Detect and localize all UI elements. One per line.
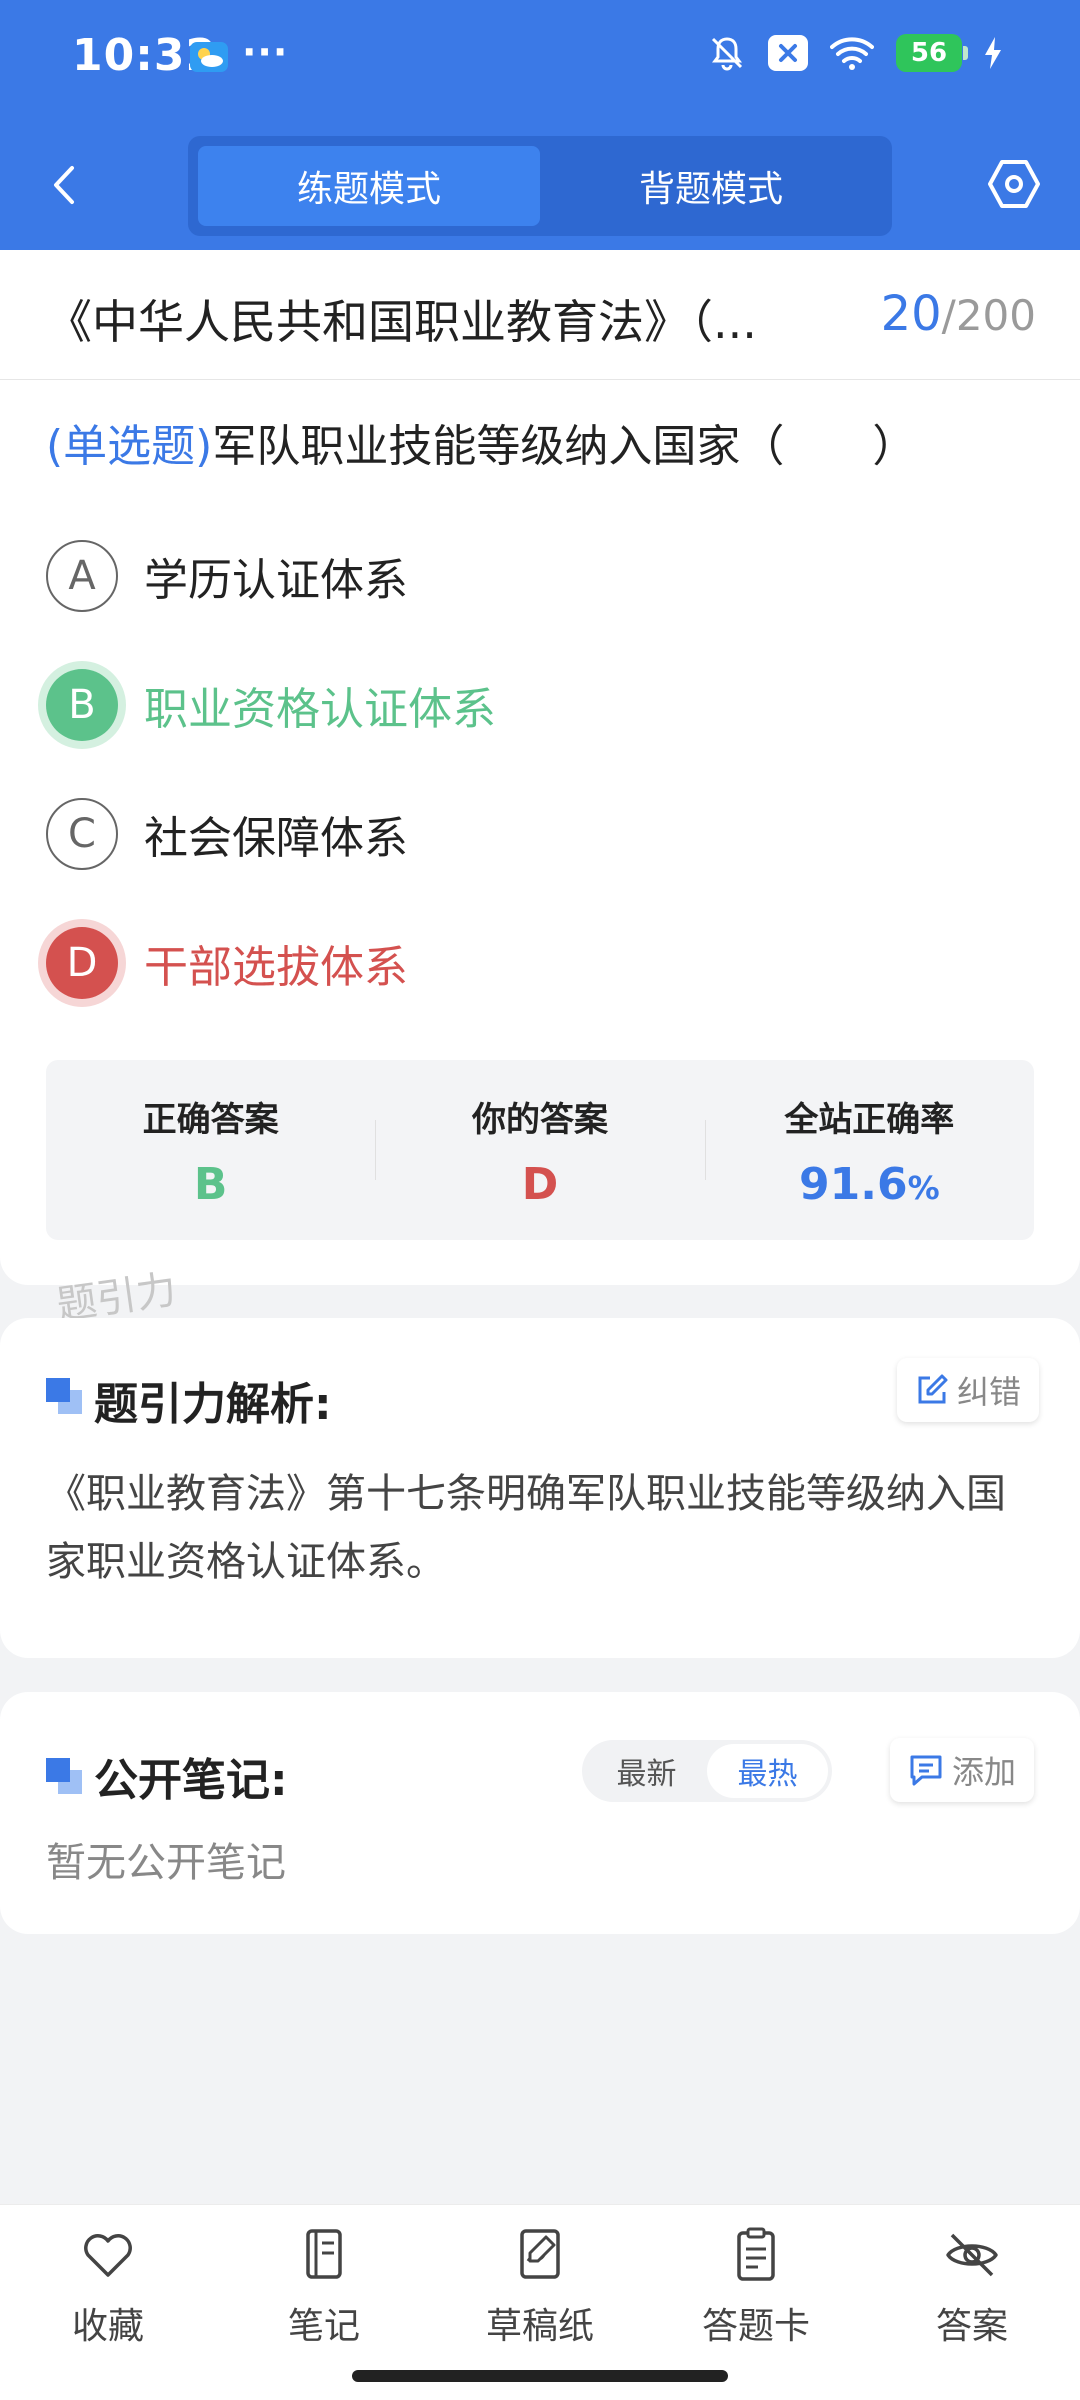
show-answer-button[interactable]: 答案: [864, 2205, 1080, 2400]
favorite-label: 收藏: [71, 2306, 144, 2347]
add-note-label: 添加: [952, 1753, 1017, 1791]
header: 10:32 ··· 56 练题模式 背题模式: [0, 0, 1080, 250]
option-text: 社会保障体系: [144, 813, 408, 864]
draft-icon: [520, 2229, 560, 2279]
mode-switch: 练题模式 背题模式: [188, 136, 892, 236]
answer-sheet-icon: [737, 2227, 775, 2281]
correct-answer-label: 正确答案: [142, 1100, 279, 1140]
empty-notes-text: 暂无公开笔记: [46, 1840, 286, 1886]
site-accuracy-value: 91.6%: [799, 1159, 940, 1210]
notes-sort-toggle: 最新 最热: [582, 1740, 832, 1802]
accuracy-unit: %: [907, 1169, 940, 1207]
your-answer-value: D: [521, 1159, 559, 1210]
favorite-button[interactable]: 收藏: [0, 2205, 216, 2400]
eye-off-icon: [946, 2233, 998, 2277]
tab-memorize-mode[interactable]: 背题模式: [540, 146, 882, 226]
accuracy-number: 91.6: [799, 1159, 908, 1210]
public-notes-card: 公开笔记: 最新 最热 添加 暂无公开笔记: [0, 1692, 1080, 1934]
mute-bell-icon: [711, 37, 743, 71]
option-text: 职业资格认证体系: [144, 684, 496, 735]
back-icon[interactable]: [40, 160, 90, 210]
nav-bar: 练题模式 背题模式: [0, 130, 1080, 240]
correct-answer-value: B: [193, 1159, 228, 1210]
option-a[interactable]: A 学历认证体系: [46, 536, 408, 616]
report-error-button[interactable]: 纠错: [897, 1358, 1040, 1422]
more-notifications-icon: ···: [242, 30, 289, 74]
sort-hottest[interactable]: 最热: [707, 1744, 828, 1798]
progress-separator: /: [941, 291, 956, 340]
show-answer-label: 答案: [935, 2306, 1008, 2347]
draft-paper-label: 草稿纸: [485, 2306, 594, 2347]
sort-newest[interactable]: 最新: [586, 1744, 707, 1798]
notebook-icon: [306, 2229, 342, 2279]
report-error-label: 纠错: [957, 1373, 1022, 1411]
option-text: 干部选拔体系: [144, 942, 408, 993]
question-text: 军队职业技能等级纳入国家（ ）: [212, 421, 917, 472]
your-answer-stat: 你的答案 D: [375, 1060, 704, 1240]
correct-answer-stat: 正确答案 B: [46, 1060, 375, 1240]
option-letter: B: [46, 669, 118, 741]
weather-icon: [190, 42, 228, 72]
answer-sheet-label: 答题卡: [701, 2306, 810, 2347]
your-answer-label: 你的答案: [471, 1100, 608, 1140]
option-text: 学历认证体系: [144, 555, 408, 606]
tab-practice-mode[interactable]: 练题模式: [198, 146, 540, 226]
status-bar: 10:32 ··· 56: [0, 0, 1080, 120]
battery-indicator: 56: [896, 34, 968, 72]
battery-level: 56: [910, 38, 948, 68]
option-d[interactable]: D 干部选拔体系: [46, 923, 408, 1003]
comment-icon: [910, 1755, 942, 1786]
analysis-card: 题引力解析: 纠错 《职业教育法》第十七条明确军队职业技能等级纳入国家职业资格认…: [0, 1318, 1080, 1658]
option-b[interactable]: B 职业资格认证体系: [46, 665, 496, 745]
no-signal-icon: [768, 35, 808, 71]
question-type: (单选题): [46, 421, 213, 472]
option-c[interactable]: C 社会保障体系: [46, 794, 408, 874]
settings-icon[interactable]: [984, 154, 1044, 214]
section-marker-icon: [46, 1758, 84, 1796]
question-card: (单选题)军队职业技能等级纳入国家（ ） A 学历认证体系 B 职业资格认证体系…: [0, 380, 1080, 1285]
total-questions: 200: [955, 291, 1036, 340]
notes-label: 笔记: [287, 2306, 360, 2347]
question-stem: (单选题)军队职业技能等级纳入国家（ ）: [46, 410, 1046, 474]
edit-icon: [918, 1374, 948, 1404]
site-accuracy-label: 全站正确率: [784, 1100, 955, 1140]
notes-title: 公开笔记:: [94, 1755, 288, 1806]
site-accuracy-stat: 全站正确率 91.6%: [704, 1060, 1034, 1240]
home-indicator[interactable]: [352, 2370, 728, 2382]
section-marker-icon: [46, 1378, 84, 1416]
exam-title-row: 《中华人民共和国职业教育法》（... 20/200: [0, 250, 1080, 380]
status-icons: 56: [708, 34, 1002, 72]
analysis-title: 题引力解析:: [94, 1379, 332, 1430]
analysis-text: 《职业教育法》第十七条明确军队职业技能等级纳入国家职业资格认证体系。: [46, 1471, 1006, 1585]
option-letter: A: [46, 540, 118, 612]
option-letter: D: [46, 927, 118, 999]
exam-title[interactable]: 《中华人民共和国职业教育法》（...: [46, 286, 826, 352]
answer-result-panel: 正确答案 B 你的答案 D 全站正确率 91.6%: [46, 1060, 1034, 1240]
add-note-button[interactable]: 添加: [890, 1738, 1035, 1802]
question-progress[interactable]: 20/200: [881, 286, 1036, 342]
wifi-icon: [830, 37, 874, 70]
option-letter: C: [46, 798, 118, 870]
heart-icon: [84, 2234, 132, 2277]
current-question-number: 20: [880, 286, 942, 342]
charging-icon: [985, 37, 1001, 69]
